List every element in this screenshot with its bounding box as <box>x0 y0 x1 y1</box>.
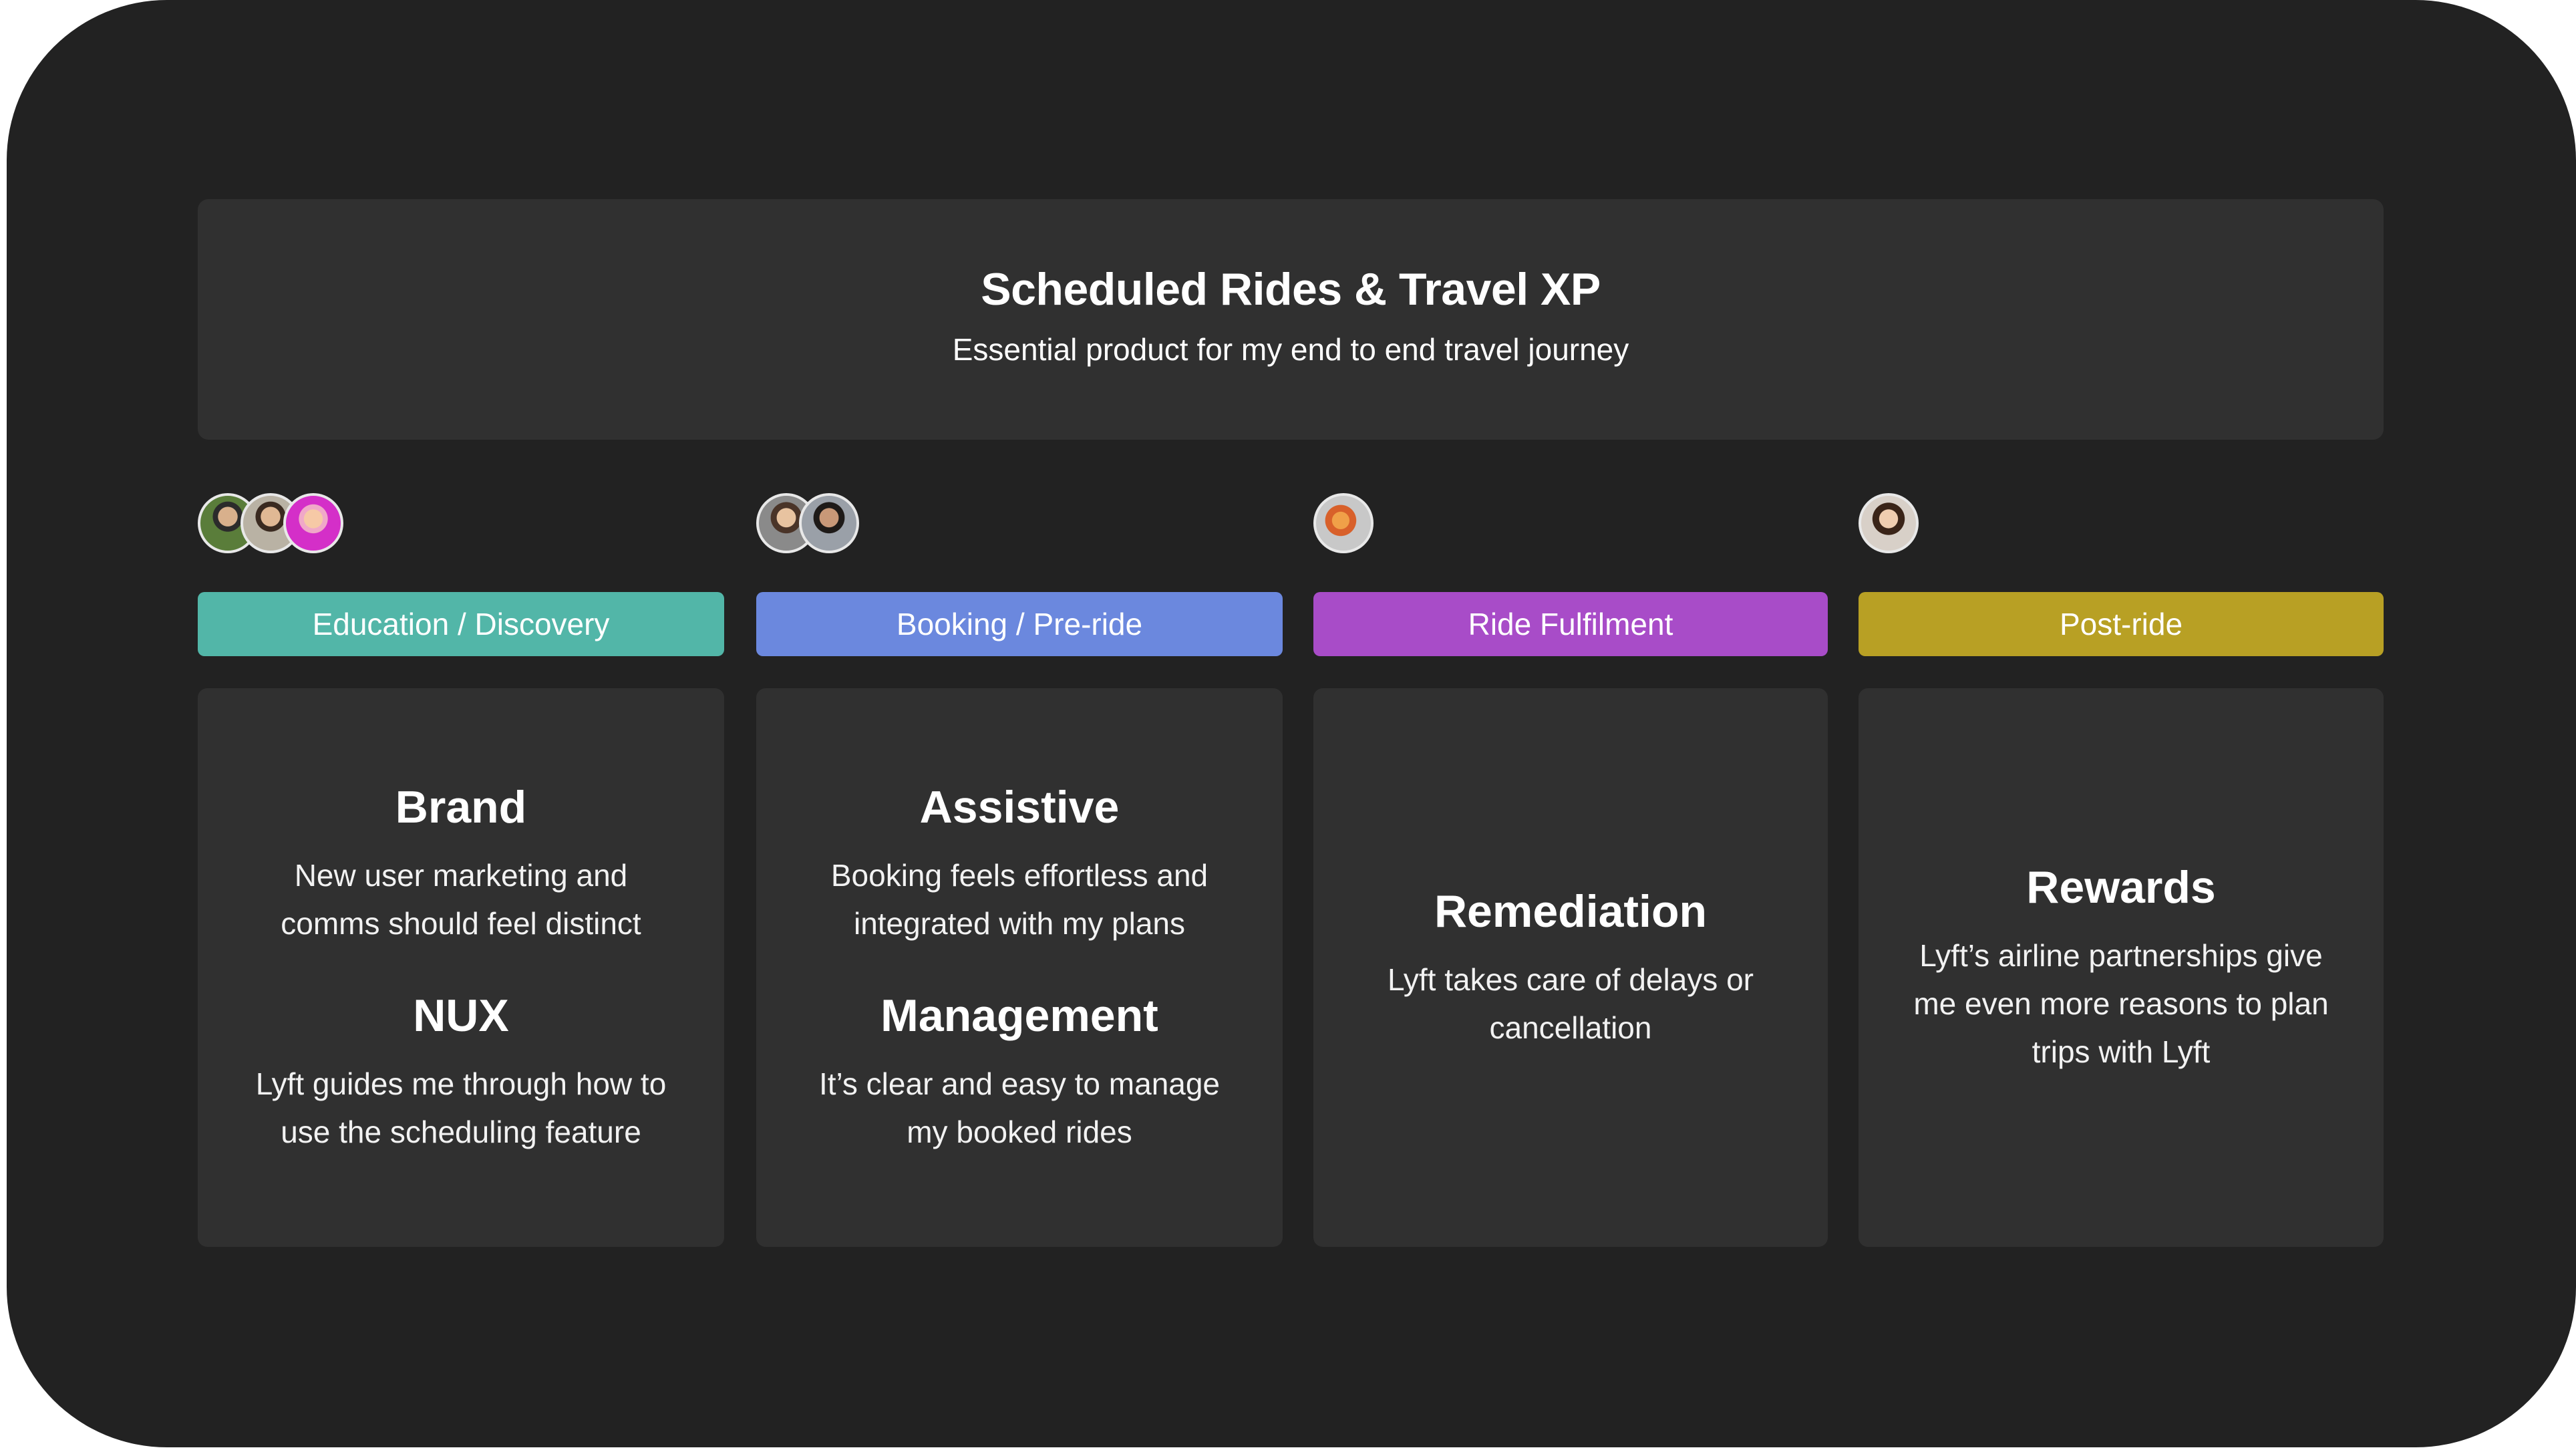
stage-column-booking: Booking / Pre-ride Assistive Booking fee… <box>756 493 1283 1247</box>
card-description: Lyft’s airline partnerships give me even … <box>1913 938 2329 1069</box>
card-heading: Remediation <box>1434 886 1708 937</box>
stage-column-fulfilment: Ride Fulfilment Remediation Lyft takes c… <box>1313 493 1828 1247</box>
card-block: Assistive Booking feels effortless and in… <box>831 779 1208 948</box>
stage-column-education: Education / Discovery Brand New user mar… <box>198 493 724 1247</box>
journey-title: Scheduled Rides & Travel XP <box>981 264 1601 315</box>
card-description: Booking feels effortless and integrated w… <box>830 858 1209 941</box>
avatar <box>283 493 343 553</box>
card-description: New user marketing and comms should feel … <box>281 858 641 941</box>
stage-label-fulfilment: Ride Fulfilment <box>1313 592 1828 656</box>
journey-header: Scheduled Rides & Travel XP Essential pr… <box>198 199 2384 440</box>
avatar <box>799 493 859 553</box>
journey-subtitle: Essential product for my end to end trav… <box>952 332 1629 367</box>
card-heading: Rewards <box>2026 862 2216 913</box>
card-heading: NUX <box>413 990 509 1041</box>
card-heading: Management <box>880 990 1158 1041</box>
card-block: Rewards Lyft’s airline partnerships give… <box>1913 859 2328 1076</box>
card-block: NUX Lyft guides me through how to use the… <box>256 988 667 1156</box>
stage-card-education: Brand New user marketing and comms should… <box>198 688 724 1247</box>
avatar <box>1313 493 1374 553</box>
card-heading: Assistive <box>919 782 1120 833</box>
card-block: Management It’s clear and easy to manage… <box>819 988 1220 1156</box>
stage-avatars <box>756 493 1283 560</box>
card-block: Brand New user marketing and comms should… <box>281 779 641 948</box>
avatar <box>1859 493 1919 553</box>
stage-label-booking: Booking / Pre-ride <box>756 592 1283 656</box>
card-description: Lyft takes care of delays or cancellation <box>1387 962 1754 1045</box>
card-description: Lyft guides me through how to use the sch… <box>255 1066 667 1149</box>
card-block: Remediation Lyft takes care of delays or… <box>1388 883 1754 1052</box>
stage-avatars <box>1859 493 2384 560</box>
card-description: It’s clear and easy to manage my booked r… <box>818 1066 1221 1149</box>
card-heading: Brand <box>395 782 527 833</box>
stage-label-postride: Post-ride <box>1859 592 2384 656</box>
stage-avatars <box>198 493 724 560</box>
stage-label-education: Education / Discovery <box>198 592 724 656</box>
stage-card-fulfilment: Remediation Lyft takes care of delays or… <box>1313 688 1828 1247</box>
stage-column-postride: Post-ride Rewards Lyft’s airline partner… <box>1859 493 2384 1247</box>
stage-card-booking: Assistive Booking feels effortless and in… <box>756 688 1283 1247</box>
stage-card-postride: Rewards Lyft’s airline partnerships give… <box>1859 688 2384 1247</box>
stage-avatars <box>1313 493 1828 560</box>
